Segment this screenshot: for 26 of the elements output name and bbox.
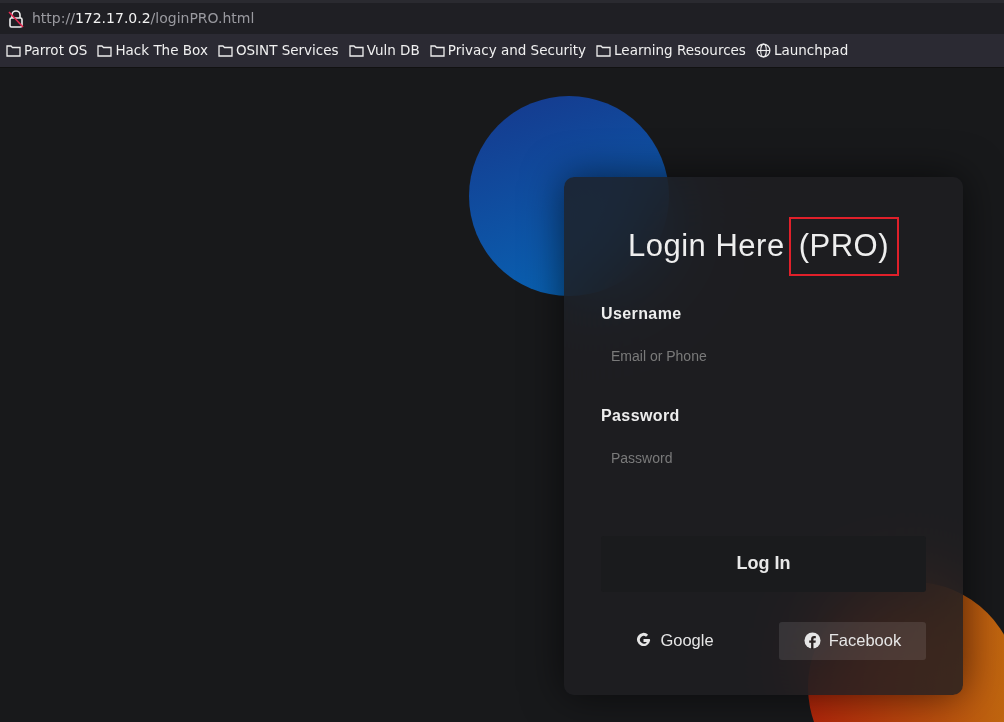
bookmark-item[interactable]: Hack The Box [97, 40, 208, 61]
login-title: Login Here [628, 227, 785, 265]
facebook-icon [803, 632, 821, 649]
field-label: Username [601, 303, 683, 324]
google-login-button[interactable]: Google [601, 621, 748, 660]
folder-icon [348, 44, 364, 57]
highlighted-title-suffix: (PRO) [788, 217, 899, 276]
folder-icon [596, 44, 612, 57]
input-field[interactable]: Password [601, 435, 926, 480]
login-button[interactable]: Log In [601, 535, 926, 592]
bookmark-item[interactable]: Vuln DB [348, 40, 420, 61]
folder-icon [217, 44, 233, 57]
input-field[interactable]: Email or Phone [601, 333, 926, 378]
bookmark-item[interactable]: Privacy and Security [429, 40, 587, 61]
bookmark-item[interactable]: Parrot OS [6, 40, 88, 61]
folder-icon [429, 44, 445, 57]
google-icon [635, 632, 653, 649]
folder-icon [6, 44, 21, 57]
bookmark-item[interactable]: Learning Resources [596, 40, 746, 61]
folder-icon [97, 44, 113, 57]
field-label: Password [601, 405, 681, 426]
bookmark-item[interactable]: Launchpad [755, 40, 849, 61]
facebook-login-button[interactable]: Facebook [779, 621, 926, 660]
globe-icon [755, 43, 771, 58]
address-url[interactable]: http://172.17.0.2/loginPRO.html [32, 8, 255, 29]
bookmark-item[interactable]: OSINT Services [217, 40, 339, 61]
